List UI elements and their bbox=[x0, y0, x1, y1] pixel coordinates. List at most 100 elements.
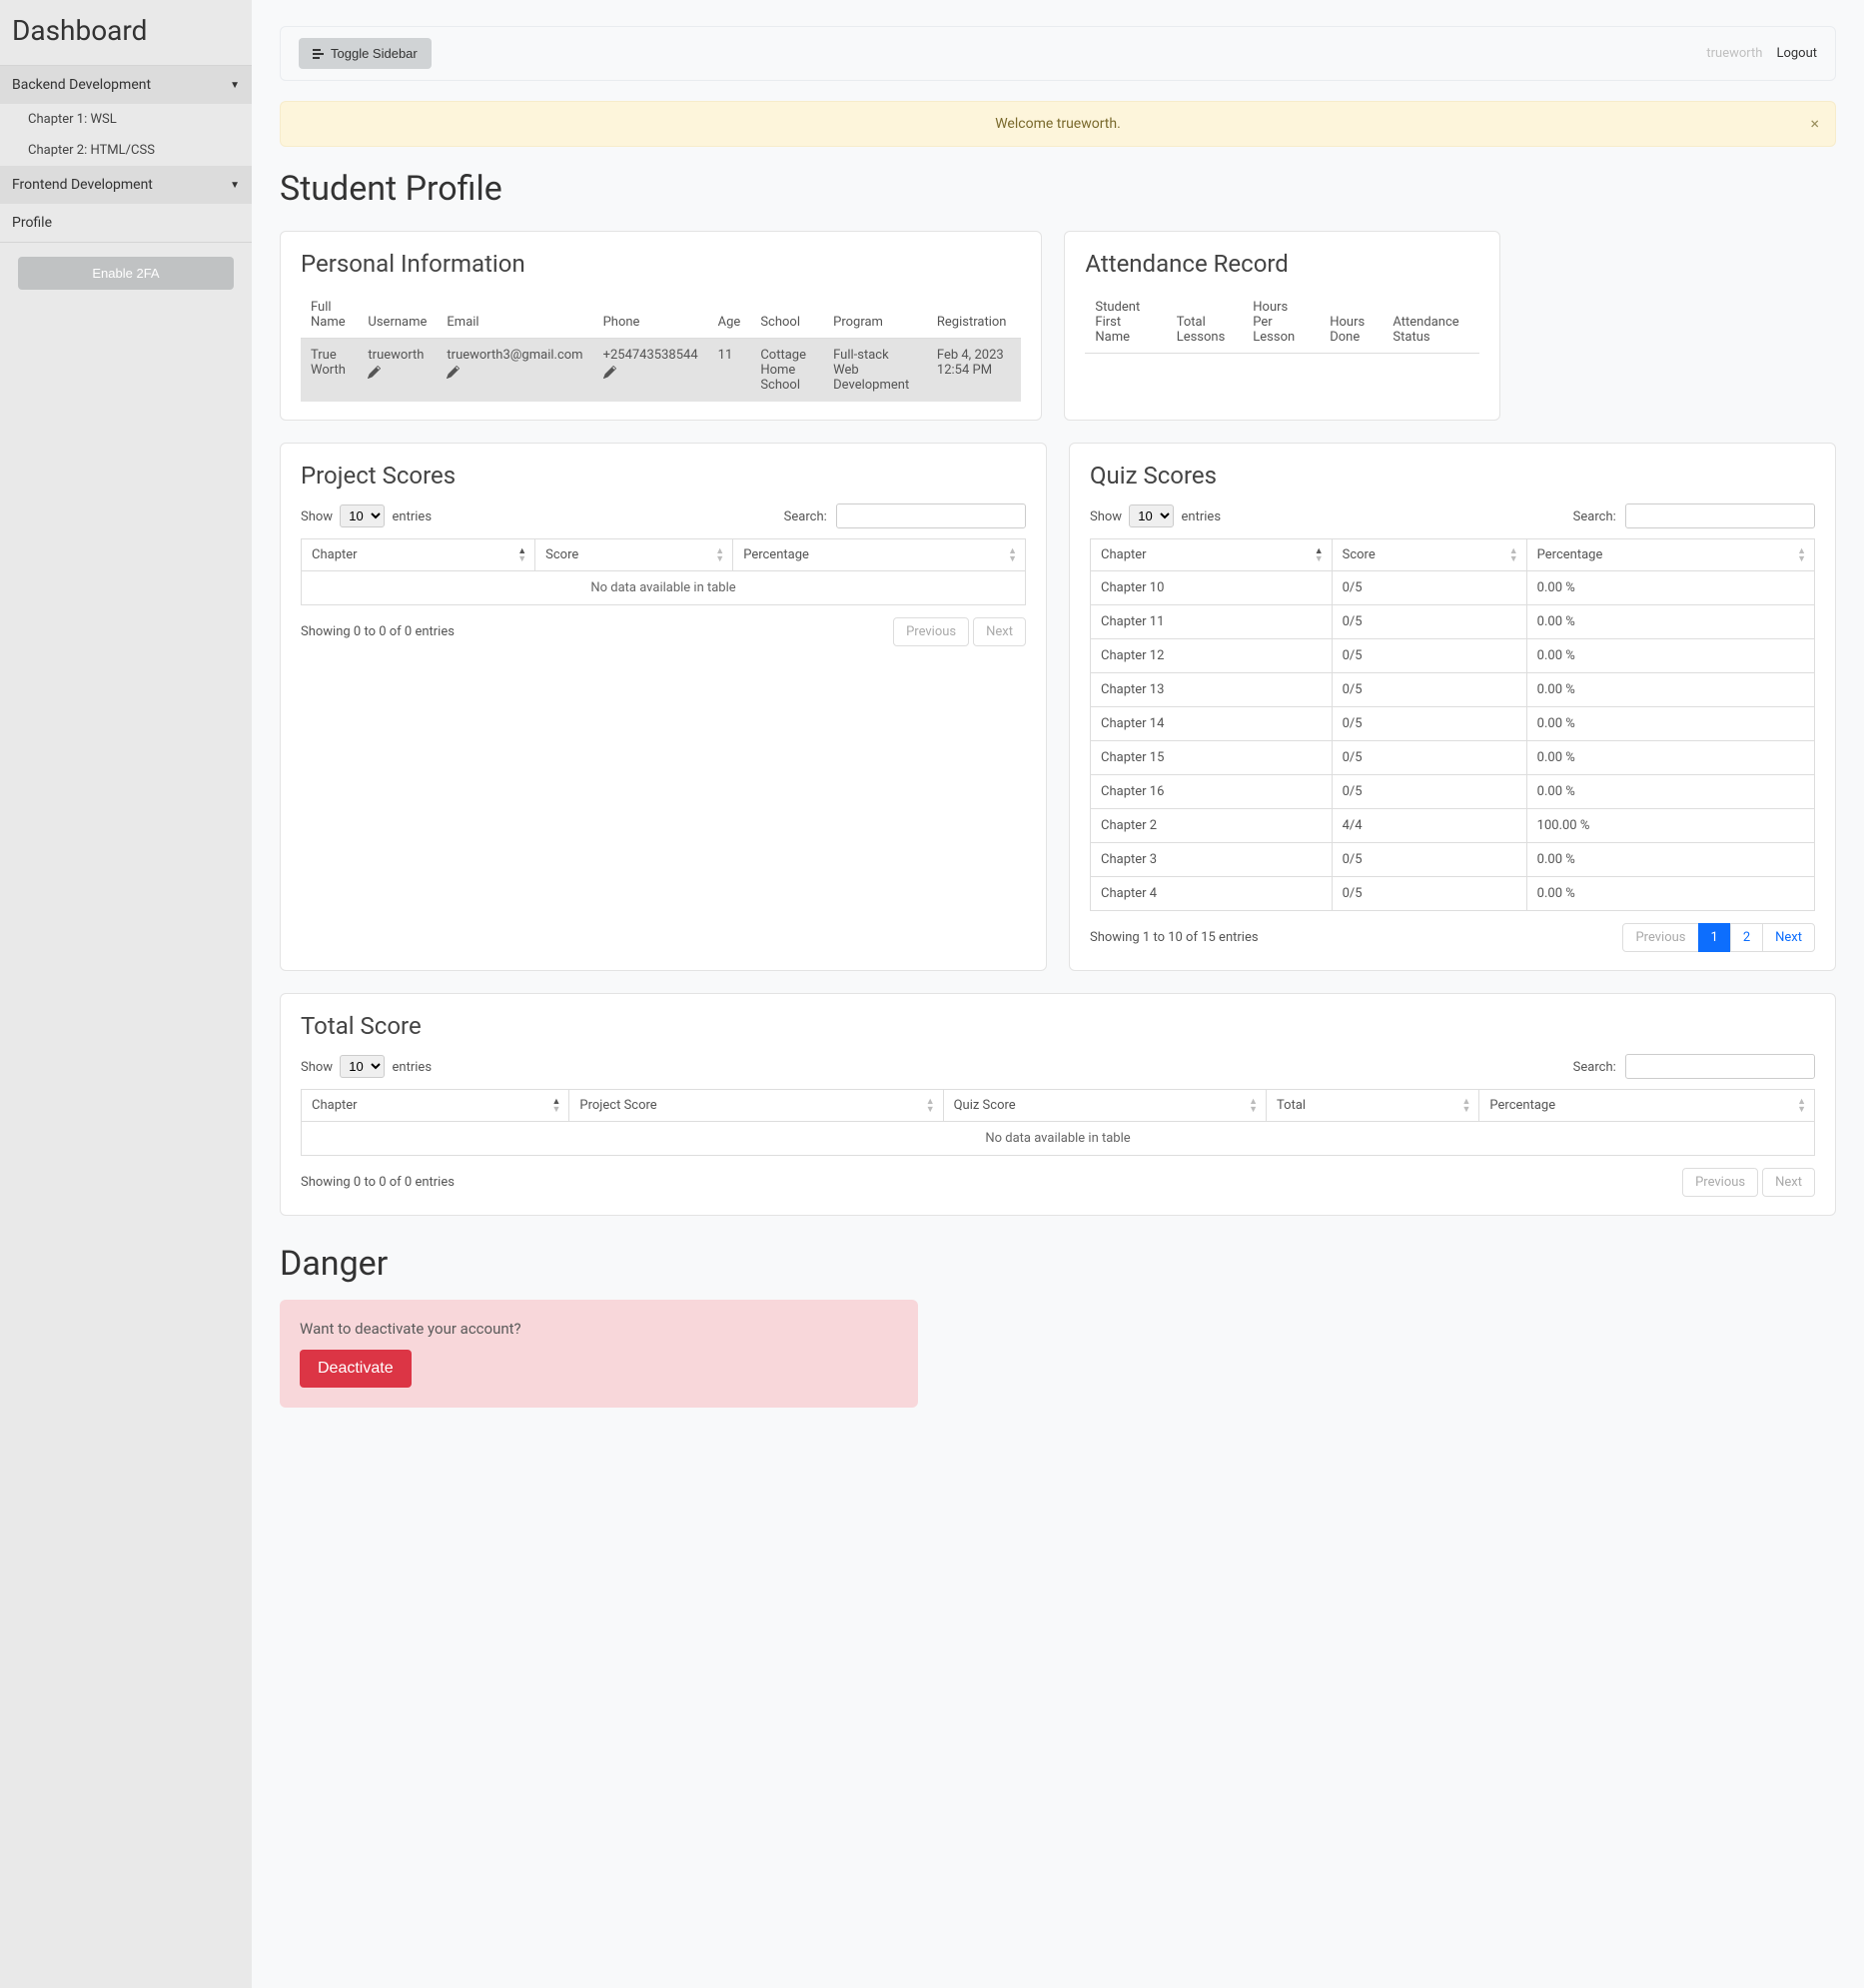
col-school: School bbox=[750, 292, 823, 339]
personal-info-table: Full Name Username Email Phone Age Schoo… bbox=[301, 292, 1021, 402]
nav-sub-chapter-2[interactable]: Chapter 2: HTML/CSS bbox=[0, 135, 252, 166]
edit-username-icon[interactable] bbox=[368, 366, 381, 383]
toggle-sidebar-button[interactable]: Toggle Sidebar bbox=[299, 38, 432, 69]
col-hours-per-lesson: Hours Per Lesson bbox=[1243, 292, 1320, 354]
sort-icon: ▲▼ bbox=[926, 1098, 935, 1114]
cell-chapter: Chapter 12 bbox=[1091, 639, 1333, 673]
page-1-button[interactable]: 1 bbox=[1698, 923, 1731, 952]
total-page-size-select[interactable]: 10 bbox=[340, 1055, 385, 1078]
danger-title: Danger bbox=[280, 1244, 1836, 1284]
sort-icon: ▲▼ bbox=[1509, 547, 1518, 563]
nav-category-backend[interactable]: Backend Development ▼ bbox=[0, 66, 252, 104]
col-total[interactable]: Total▲▼ bbox=[1267, 1090, 1479, 1122]
cell-registration: Feb 4, 2023 12:54 PM bbox=[927, 339, 1022, 403]
nav-category-label: Backend Development bbox=[12, 77, 151, 93]
toggle-sidebar-label: Toggle Sidebar bbox=[331, 46, 418, 61]
caret-down-icon: ▼ bbox=[230, 180, 240, 191]
col-percentage[interactable]: Percentage▲▼ bbox=[1479, 1090, 1815, 1122]
cell-chapter: Chapter 2 bbox=[1091, 809, 1333, 843]
cell-username: trueworth bbox=[358, 339, 437, 403]
sort-icon: ▲▼ bbox=[517, 547, 526, 563]
table-info: Showing 0 to 0 of 0 entries bbox=[301, 1175, 455, 1190]
col-score[interactable]: Score▲▼ bbox=[535, 539, 733, 571]
page-2-button[interactable]: 2 bbox=[1730, 923, 1763, 952]
sort-icon: ▲▼ bbox=[1461, 1098, 1470, 1114]
edit-phone-icon[interactable] bbox=[603, 366, 616, 383]
cell-score: 0/5 bbox=[1332, 639, 1526, 673]
topbar: Toggle Sidebar trueworth Logout bbox=[280, 26, 1836, 81]
quiz-search-input[interactable] bbox=[1625, 503, 1815, 528]
cell-chapter: Chapter 14 bbox=[1091, 707, 1333, 741]
cell-chapter: Chapter 4 bbox=[1091, 877, 1333, 911]
cell-percentage: 0.00 % bbox=[1526, 843, 1814, 877]
col-chapter[interactable]: Chapter▲▼ bbox=[1091, 539, 1333, 571]
quiz-scores-table: Chapter▲▼ Score▲▼ Percentage▲▼ Chapter 1… bbox=[1090, 538, 1815, 911]
prev-page-button[interactable]: Previous bbox=[1622, 923, 1698, 952]
nav-sub-chapter-1[interactable]: Chapter 1: WSL bbox=[0, 104, 252, 135]
cell-score: 0/5 bbox=[1332, 843, 1526, 877]
quiz-page-size-select[interactable]: 10 bbox=[1129, 504, 1174, 527]
table-row: Chapter 150/50.00 % bbox=[1091, 741, 1815, 775]
logout-link[interactable]: Logout bbox=[1776, 46, 1817, 61]
cell-phone: +254743538544 bbox=[593, 339, 708, 403]
sort-icon: ▲▼ bbox=[1797, 1098, 1806, 1114]
cell-percentage: 0.00 % bbox=[1526, 775, 1814, 809]
cell-score: 0/5 bbox=[1332, 707, 1526, 741]
col-score[interactable]: Score▲▼ bbox=[1332, 539, 1526, 571]
sidebar: Dashboard Backend Development ▼ Chapter … bbox=[0, 0, 252, 1988]
col-phone: Phone bbox=[593, 292, 708, 339]
table-row: Chapter 140/50.00 % bbox=[1091, 707, 1815, 741]
col-registration: Registration bbox=[927, 292, 1022, 339]
edit-email-icon[interactable] bbox=[447, 366, 460, 383]
deactivate-button[interactable]: Deactivate bbox=[300, 1350, 412, 1388]
col-percentage[interactable]: Percentage▲▼ bbox=[1526, 539, 1814, 571]
danger-box: Want to deactivate your account? Deactiv… bbox=[280, 1300, 918, 1408]
card-title: Total Score bbox=[301, 1012, 1815, 1040]
prev-page-button[interactable]: Previous bbox=[893, 617, 969, 646]
col-email: Email bbox=[437, 292, 592, 339]
cell-chapter: Chapter 16 bbox=[1091, 775, 1333, 809]
next-page-button[interactable]: Next bbox=[973, 617, 1026, 646]
cell-chapter: Chapter 15 bbox=[1091, 741, 1333, 775]
cell-full-name: True Worth bbox=[301, 339, 358, 403]
col-first-name: Student First Name bbox=[1085, 292, 1166, 354]
next-page-button[interactable]: Next bbox=[1762, 1168, 1815, 1197]
main-content: Toggle Sidebar trueworth Logout Welcome … bbox=[252, 0, 1864, 1988]
next-page-button[interactable]: Next bbox=[1762, 923, 1815, 952]
cell-percentage: 0.00 % bbox=[1526, 707, 1814, 741]
col-percentage[interactable]: Percentage▲▼ bbox=[733, 539, 1026, 571]
sort-icon: ▲▼ bbox=[715, 547, 724, 563]
welcome-alert: Welcome trueworth. × bbox=[280, 101, 1836, 147]
cell-score: 4/4 bbox=[1332, 809, 1526, 843]
col-chapter[interactable]: Chapter▲▼ bbox=[302, 539, 535, 571]
quiz-scores-card: Quiz Scores Show 10 entries Search: Chap… bbox=[1069, 443, 1836, 971]
col-quiz-score[interactable]: Quiz Score▲▼ bbox=[943, 1090, 1266, 1122]
cell-percentage: 0.00 % bbox=[1526, 605, 1814, 639]
sort-icon: ▲▼ bbox=[1249, 1098, 1258, 1114]
col-project-score[interactable]: Project Score▲▼ bbox=[569, 1090, 943, 1122]
current-user[interactable]: trueworth bbox=[1706, 46, 1762, 61]
cell-program: Full-stack Web Development bbox=[823, 339, 927, 403]
col-total-lessons: Total Lessons bbox=[1167, 292, 1244, 354]
table-row: Chapter 100/50.00 % bbox=[1091, 571, 1815, 605]
col-full-name: Full Name bbox=[301, 292, 358, 339]
prev-page-button[interactable]: Previous bbox=[1682, 1168, 1758, 1197]
col-chapter[interactable]: Chapter▲▼ bbox=[302, 1090, 569, 1122]
card-title: Personal Information bbox=[301, 250, 1021, 278]
enable-2fa-button[interactable]: Enable 2FA bbox=[18, 257, 234, 290]
total-search-input[interactable] bbox=[1625, 1054, 1815, 1079]
no-data-message: No data available in table bbox=[302, 571, 1026, 605]
cell-percentage: 100.00 % bbox=[1526, 809, 1814, 843]
nav-item-profile[interactable]: Profile bbox=[0, 204, 252, 242]
project-page-size-select[interactable]: 10 bbox=[340, 504, 385, 527]
danger-text: Want to deactivate your account? bbox=[300, 1320, 898, 1338]
cell-chapter: Chapter 11 bbox=[1091, 605, 1333, 639]
card-title: Project Scores bbox=[301, 462, 1026, 490]
table-row: Chapter 30/50.00 % bbox=[1091, 843, 1815, 877]
personal-info-card: Personal Information Full Name Username … bbox=[280, 231, 1042, 421]
cell-age: 11 bbox=[708, 339, 751, 403]
project-search-input[interactable] bbox=[836, 503, 1026, 528]
nav-category-frontend[interactable]: Frontend Development ▼ bbox=[0, 166, 252, 204]
col-hours-done: Hours Done bbox=[1320, 292, 1383, 354]
alert-close-button[interactable]: × bbox=[1810, 114, 1819, 133]
